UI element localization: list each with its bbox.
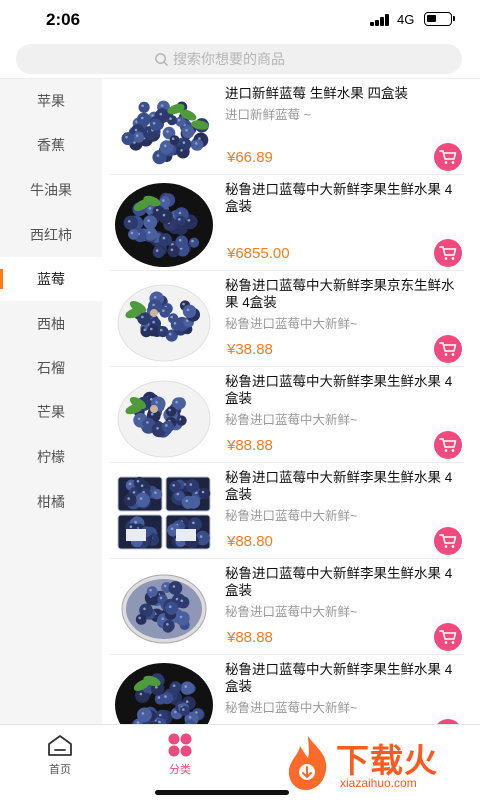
status-time: 2:06 [46, 10, 81, 29]
product-item[interactable]: 秘鲁进口蓝莓中大新鲜李果京东生鲜水果 4盒装秘鲁进口蓝莓中大新鲜~ ¥38.88 [102, 271, 480, 367]
product-list[interactable]: 进口新鲜蓝莓 生鲜水果 四盒装 进口新鲜蓝莓 ~ ¥66.89 秘鲁进口蓝莓中大新鲜李… [102, 79, 480, 724]
category-item[interactable]: 苹果 [0, 79, 102, 123]
product-item[interactable]: 秘鲁进口蓝莓中大新鲜李果生鲜水果 4盒装秘鲁进口蓝莓中大新鲜~¥88.88 [102, 655, 480, 724]
product-subtitle: 秘鲁进口蓝莓中大新鲜~ [225, 413, 358, 427]
product-item[interactable]: 秘鲁进口蓝莓中大新鲜李果生鲜水果 4盒装秘鲁进口蓝莓中大新鲜~ ¥88.80 [102, 463, 480, 559]
product-image[interactable] [114, 277, 214, 363]
add-to-cart-button[interactable] [434, 527, 462, 555]
category-item[interactable]: 石榴 [0, 346, 102, 390]
category-item[interactable]: 西柚 [0, 302, 102, 346]
product-image[interactable] [114, 373, 214, 459]
flame-icon [288, 736, 327, 790]
search-bar[interactable] [16, 44, 462, 74]
category-item[interactable]: 香蕉 [0, 123, 102, 167]
product-price: ¥38.88 [227, 341, 273, 358]
status-bar: 2:06 4G [0, 0, 480, 40]
home-indicator [155, 790, 289, 795]
product-subtitle: 进口新鲜蓝莓 ~ [225, 108, 311, 122]
tab-category-label: 分类 [169, 764, 191, 776]
watermark-text: 下载火 [336, 742, 438, 779]
add-to-cart-button[interactable] [434, 143, 462, 171]
cart-icon [439, 534, 457, 548]
tab-category[interactable]: 分类 [150, 731, 210, 776]
product-item[interactable]: 进口新鲜蓝莓 生鲜水果 四盒装 进口新鲜蓝莓 ~ ¥66.89 [102, 79, 480, 175]
category-icon [168, 733, 192, 757]
product-price: ¥66.89 [227, 149, 273, 166]
product-title[interactable]: 秘鲁进口蓝莓中大新鲜李果生鲜水果 4盒装 [225, 373, 465, 407]
cart-icon [439, 246, 457, 260]
watermark-logo: 下载火 xiazaihuo.com [282, 728, 478, 796]
product-price: ¥88.80 [227, 533, 273, 550]
category-sidebar: 苹果 香蕉 牛油果 西红柿 蓝莓 西柚 石榴 芒果 柠檬 柑橘 [0, 79, 102, 724]
product-image[interactable] [114, 469, 214, 555]
product-price: ¥88.88 [227, 629, 273, 646]
search-input[interactable] [173, 51, 363, 67]
product-image[interactable] [114, 661, 214, 724]
product-item[interactable]: 秘鲁进口蓝莓中大新鲜李果生鲜水果 4盒装 ¥6855.00 [102, 175, 480, 271]
add-to-cart-button[interactable] [434, 239, 462, 267]
category-item[interactable]: 芒果 [0, 390, 102, 434]
category-item[interactable]: 牛油果 [0, 168, 102, 212]
product-title[interactable]: 秘鲁进口蓝莓中大新鲜李果生鲜水果 4盒装 [225, 469, 465, 503]
add-to-cart-button[interactable] [434, 335, 462, 363]
cart-icon [439, 342, 457, 356]
cart-icon [439, 438, 457, 452]
product-item[interactable]: 秘鲁进口蓝莓中大新鲜李果生鲜水果 4盒装秘鲁进口蓝莓中大新鲜~ ¥88.88 [102, 367, 480, 463]
cart-icon [439, 630, 457, 644]
product-subtitle: 秘鲁进口蓝莓中大新鲜~ [225, 509, 358, 523]
home-icon [48, 735, 72, 756]
category-item[interactable]: 西红柿 [0, 213, 102, 257]
category-item-active[interactable]: 蓝莓 [0, 257, 102, 301]
cart-icon [439, 150, 457, 164]
category-item[interactable]: 柠檬 [0, 435, 102, 479]
signal-icon [370, 14, 392, 26]
product-title[interactable]: 秘鲁进口蓝莓中大新鲜李果生鲜水果 4盒装 [225, 565, 465, 599]
product-item[interactable]: 秘鲁进口蓝莓中大新鲜李果生鲜水果 4盒装秘鲁进口蓝莓中大新鲜~ ¥88.88 [102, 559, 480, 655]
product-image[interactable] [114, 85, 214, 171]
search-icon [155, 52, 168, 66]
product-title[interactable]: 秘鲁进口蓝莓中大新鲜李果京东生鲜水果 4盒装 [225, 277, 465, 311]
battery-icon [424, 12, 455, 26]
tab-home[interactable]: 首页 [30, 731, 90, 776]
category-item[interactable]: 柑橘 [0, 480, 102, 524]
product-image[interactable] [114, 181, 214, 267]
watermark-url: xiazaihuo.com [340, 776, 417, 790]
product-title[interactable]: 秘鲁进口蓝莓中大新鲜李果生鲜水果 4盒装 [225, 181, 465, 215]
product-subtitle: 秘鲁进口蓝莓中大新鲜~ [225, 701, 358, 715]
product-price: ¥88.88 [227, 437, 273, 454]
add-to-cart-button[interactable] [434, 623, 462, 651]
tab-home-label: 首页 [49, 764, 71, 776]
product-price: ¥6855.00 [227, 245, 290, 262]
product-subtitle: 秘鲁进口蓝莓中大新鲜~ [225, 317, 358, 331]
product-subtitle: 秘鲁进口蓝莓中大新鲜~ [225, 605, 358, 619]
product-title[interactable]: 进口新鲜蓝莓 生鲜水果 四盒装 [225, 85, 465, 102]
network-label: 4G [397, 12, 415, 27]
product-title[interactable]: 秘鲁进口蓝莓中大新鲜李果生鲜水果 4盒装 [225, 661, 465, 695]
product-image[interactable] [114, 565, 214, 651]
add-to-cart-button[interactable] [434, 431, 462, 459]
